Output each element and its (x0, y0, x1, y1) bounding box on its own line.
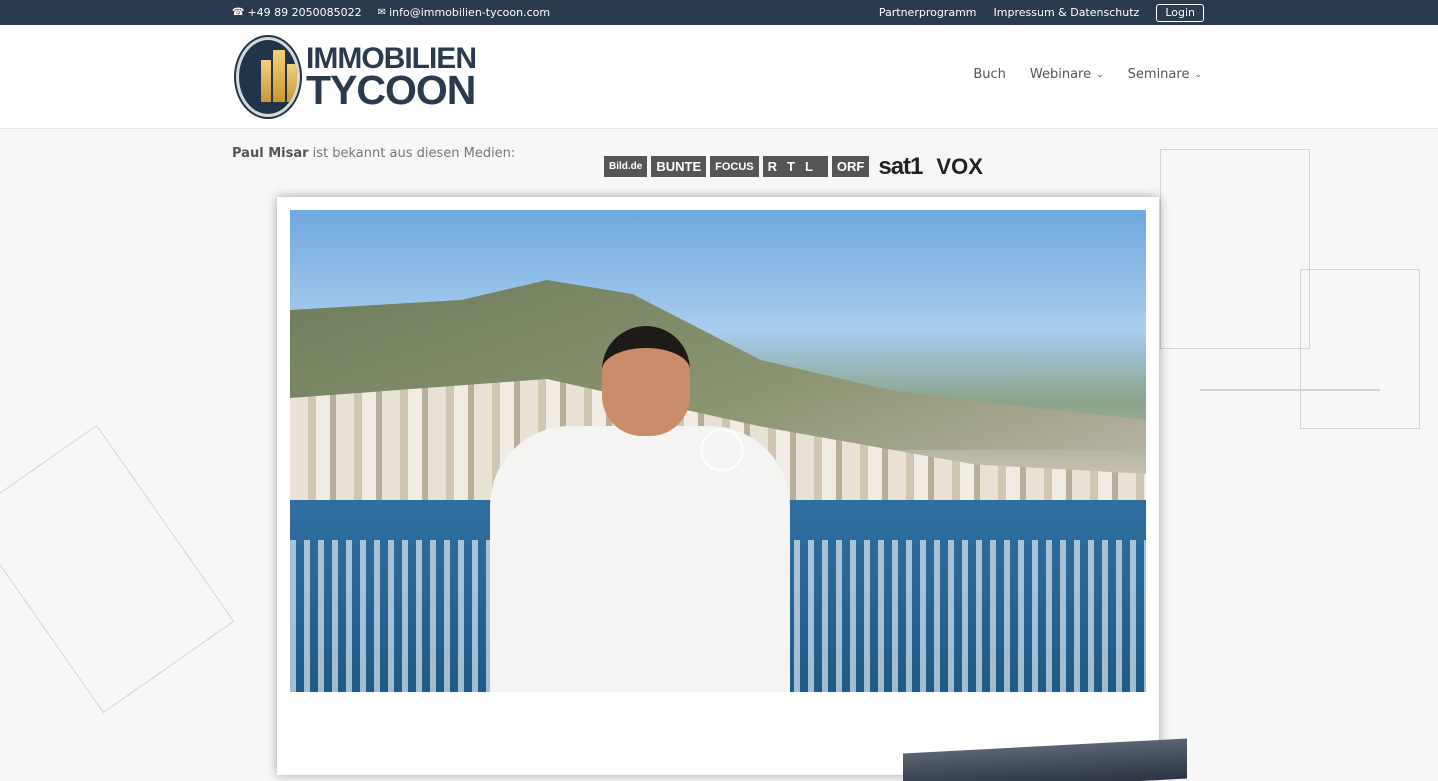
nav-item-seminare[interactable]: Seminare ⌄ (1128, 67, 1202, 82)
bild-logo: Bild.de (604, 156, 648, 177)
email-address: info@immobilien-tycoon.com (389, 6, 551, 19)
email-contact[interactable]: ✉ info@immobilien-tycoon.com (378, 6, 550, 19)
blueprint-decoration (1160, 149, 1310, 349)
media-logos: Bild.de BUNTE FOCUS RTL ORF sat1 VOX (604, 152, 988, 180)
top-bar: ☎ +49 89 2050085022 ✉ info@immobilien-ty… (0, 0, 1438, 25)
blueprint-decoration (0, 424, 235, 714)
envelope-icon: ✉ (377, 6, 387, 18)
nav-label: Seminare (1127, 67, 1190, 82)
focus-logo: FOCUS (710, 156, 759, 177)
phone-contact[interactable]: ☎ +49 89 2050085022 (232, 6, 362, 19)
nav-label: Buch (973, 67, 1006, 82)
vox-logo: VOX (936, 153, 983, 179)
loading-spinner-icon (700, 428, 744, 472)
media-mention-text: Paul Misar ist bekannt aus diesen Medien… (232, 146, 516, 161)
video-card (277, 197, 1159, 775)
nav-item-webinare[interactable]: Webinare ⌄ (1030, 67, 1104, 82)
person-name: Paul Misar (232, 146, 309, 161)
login-button[interactable]: Login (1156, 3, 1204, 22)
logo-badge-icon (236, 37, 300, 117)
phone-icon: ☎ (232, 6, 245, 18)
chevron-down-icon: ⌄ (1194, 69, 1202, 80)
orf-logo: ORF (831, 156, 870, 177)
impressum-link[interactable]: Impressum & Datenschutz (994, 6, 1140, 19)
nav-item-buch[interactable]: Buch (973, 67, 1006, 82)
video-speaker (490, 326, 790, 692)
site-logo[interactable]: IMMOBILIEN TYCOON (236, 36, 477, 118)
main-content: Paul Misar ist bekannt aus diesen Medien… (0, 129, 1438, 781)
blueprint-decoration (1200, 389, 1380, 391)
sat1-logo: sat1 (878, 152, 923, 180)
site-header: IMMOBILIEN TYCOON Buch Webinare ⌄ Semina… (0, 25, 1438, 129)
chevron-down-icon: ⌄ (1096, 69, 1104, 80)
partnerprogramm-link[interactable]: Partnerprogramm (879, 6, 977, 19)
main-nav: Buch Webinare ⌄ Seminare ⌄ (973, 67, 1202, 82)
blueprint-decoration (1300, 269, 1420, 429)
nav-label: Webinare (1029, 67, 1092, 82)
phone-number: +49 89 2050085022 (247, 6, 362, 19)
logo-wordmark: IMMOBILIEN TYCOON (306, 42, 477, 114)
intro-video[interactable] (290, 210, 1146, 692)
rtl-logo: RTL (762, 156, 828, 177)
bunte-logo: BUNTE (651, 156, 707, 177)
